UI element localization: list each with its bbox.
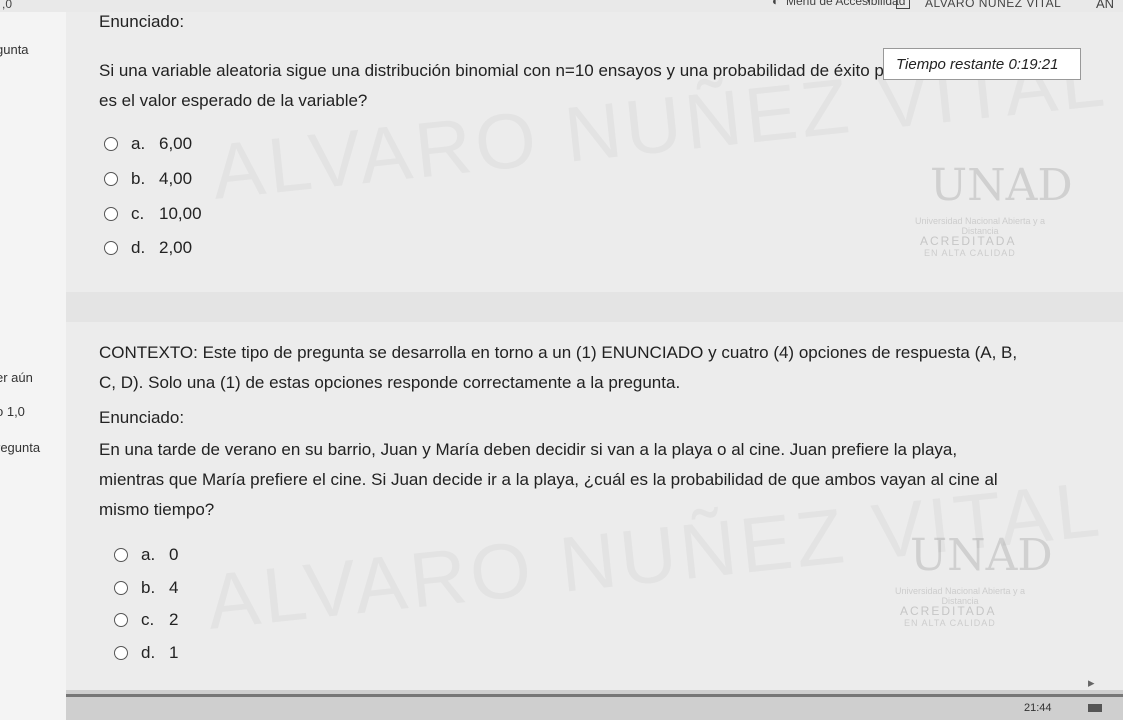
question-1-text: Si una variable aleatoria sigue una dist…	[99, 56, 978, 116]
taskbar: 21:44	[66, 690, 1123, 720]
language-selector[interactable]: AN	[1096, 0, 1114, 11]
context-line: CONTEXTO: Este tipo de pregunta se desar…	[99, 343, 1018, 362]
option-letter: d.	[131, 238, 146, 257]
option-value: 0	[169, 545, 179, 564]
question-2-text-line: mientras que María prefiere el cine. Si …	[99, 470, 998, 489]
option-b[interactable]: b. 4,00	[104, 167, 192, 191]
question-1-heading: Enunciado:	[99, 12, 185, 31]
top-left-fragment: ,0	[2, 0, 13, 11]
unad-logo-mark: UNAD	[910, 530, 1053, 581]
scrollbar-track[interactable]	[66, 694, 1123, 697]
question-2-heading: Enunciado:	[99, 408, 185, 427]
option-value: 1	[169, 643, 179, 662]
question-2-context: CONTEXTO: Este tipo de pregunta se desar…	[99, 338, 1017, 398]
user-name[interactable]: ALVARO NUÑEZ VITAL	[925, 0, 1061, 10]
option-value: 10,00	[159, 204, 202, 223]
top-bar: ,0 ◐ Menú de Accesibilidad ▾ ALVARO NUÑE…	[0, 0, 1123, 12]
unad-logo-university: Universidad Nacional Abierta y a Distanc…	[914, 216, 1046, 236]
question-1-text-line: es el valor esperado de la variable?	[99, 91, 368, 110]
strip-label: er aún	[0, 370, 33, 385]
option-a[interactable]: a. 6,00	[104, 132, 192, 156]
radio-button[interactable]	[114, 646, 128, 660]
mail-icon[interactable]	[896, 0, 910, 9]
radio-button[interactable]	[114, 548, 128, 562]
accessibility-menu[interactable]: Menú de Accesibilidad	[786, 0, 905, 8]
option-d[interactable]: d. 1	[114, 641, 178, 665]
strip-label: regunta	[0, 440, 41, 455]
option-value: 4	[169, 578, 179, 597]
option-a[interactable]: a. 0	[114, 543, 178, 567]
option-b[interactable]: b. 4	[114, 576, 178, 600]
question-nav-strip: gunta er aún o 1,0 regunta	[0, 12, 66, 720]
mouse-cursor-icon: ▸	[1088, 675, 1095, 690]
chevron-down-icon[interactable]: ▾	[866, 0, 871, 6]
unad-logo-calidad: EN ALTA CALIDAD	[904, 618, 996, 628]
option-c[interactable]: c. 2	[114, 608, 178, 632]
radio-button[interactable]	[104, 137, 118, 151]
question-2-text-line: En una tarde de verano en su barrio, Jua…	[99, 440, 958, 459]
radio-button[interactable]	[104, 172, 118, 186]
option-letter: a.	[131, 134, 146, 153]
taskbar-clock: 21:44	[1024, 702, 1052, 714]
option-value: 2	[169, 610, 179, 629]
accessibility-icon[interactable]: ◐	[772, 0, 779, 8]
option-c[interactable]: c. 10,00	[104, 202, 202, 226]
option-d[interactable]: d. 2,00	[104, 236, 192, 260]
question-2-text: En una tarde de verano en su barrio, Jua…	[99, 435, 998, 525]
unad-logo: UNAD Universidad Nacional Abierta y a Di…	[910, 140, 1073, 270]
option-letter: b.	[141, 578, 156, 597]
unad-logo-university: Universidad Nacional Abierta y a Distanc…	[894, 586, 1026, 606]
time-remaining-box: Tiempo restante 0:19:21	[883, 48, 1081, 80]
card-separator	[66, 292, 1123, 322]
timer-label: Tiempo restante	[896, 56, 1005, 73]
option-letter: b.	[131, 169, 146, 188]
radio-button[interactable]	[104, 207, 118, 221]
question-1-text-line: Si una variable aleatoria sigue una dist…	[99, 61, 978, 80]
unad-logo-mark: UNAD	[930, 160, 1073, 211]
option-value: 6,00	[159, 134, 193, 153]
option-value: 2,00	[159, 238, 193, 257]
option-letter: a.	[141, 545, 156, 564]
question-2-text-line: mismo tiempo?	[99, 500, 215, 519]
radio-button[interactable]	[114, 581, 128, 595]
context-line: C, D). Solo una (1) de estas opciones re…	[99, 373, 681, 392]
option-letter: c.	[131, 204, 145, 223]
radio-button[interactable]	[104, 241, 118, 255]
unad-logo: UNAD Universidad Nacional Abierta y a Di…	[890, 510, 1053, 640]
strip-label: o 1,0	[0, 404, 25, 419]
notification-icon[interactable]	[1088, 704, 1102, 712]
option-value: 4,00	[159, 169, 193, 188]
unad-logo-acreditada: ACREDITADA	[900, 604, 997, 618]
timer-value: 0:19:21	[1008, 56, 1059, 73]
strip-label: gunta	[0, 42, 29, 57]
unad-logo-acreditada: ACREDITADA	[920, 234, 1017, 248]
option-letter: c.	[141, 610, 155, 629]
option-letter: d.	[141, 643, 156, 662]
unad-logo-calidad: EN ALTA CALIDAD	[924, 248, 1016, 258]
radio-button[interactable]	[114, 613, 128, 627]
